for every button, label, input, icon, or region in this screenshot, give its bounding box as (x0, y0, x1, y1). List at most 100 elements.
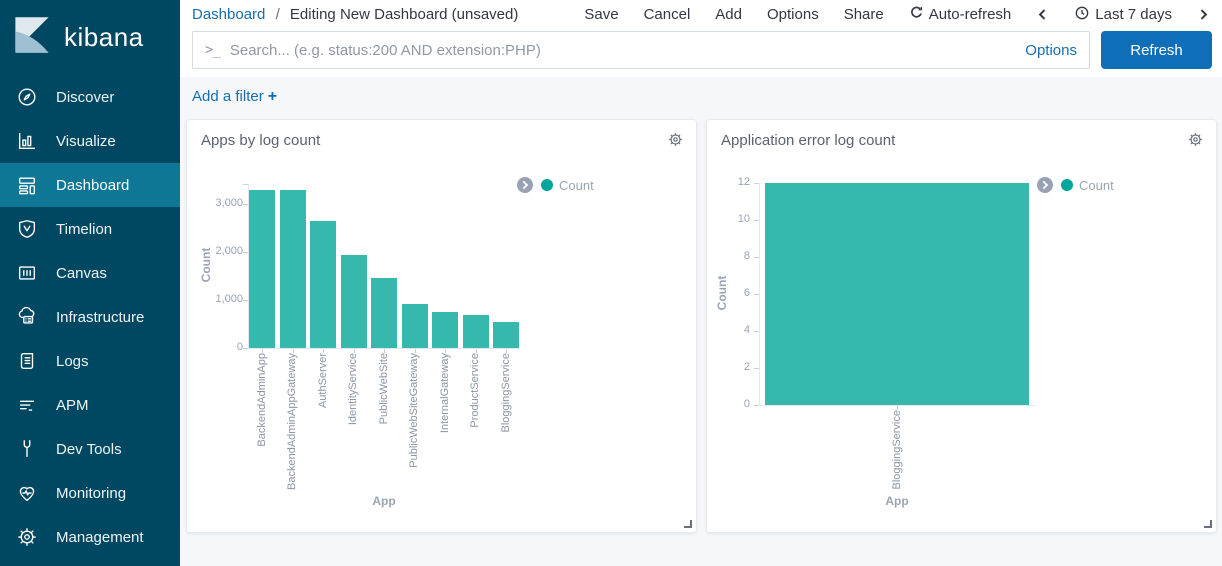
query-options-link[interactable]: Options (1025, 42, 1077, 59)
sidebar-item-discover[interactable]: Discover (0, 75, 180, 119)
main-area: Dashboard / Editing New Dashboard (unsav… (180, 0, 1222, 566)
y-tick-label: 12 (708, 176, 750, 189)
legend-item-count[interactable]: Count (541, 178, 594, 193)
time-forward-button[interactable] (1197, 8, 1210, 21)
topbar-actions: Save Cancel Add Options Share (584, 6, 883, 23)
bar-IdentityService[interactable] (341, 255, 367, 348)
breadcrumb-dashboard-link[interactable]: Dashboard (192, 6, 265, 23)
sidebar-item-canvas[interactable]: Canvas (0, 251, 180, 295)
topbar-action-save[interactable]: Save (584, 6, 618, 23)
bar-InternalGateway[interactable] (432, 312, 458, 348)
sidebar-item-label: Dashboard (56, 177, 129, 194)
bar-chart-application-error-log-count: 024681012BloggingServiceCountApp (707, 120, 1216, 532)
y-tick-mark (754, 183, 759, 184)
chart-legend: Count (517, 177, 594, 193)
bar-AuthServer[interactable] (310, 221, 336, 348)
y-tick-mark (754, 368, 759, 369)
sidebar-item-dev-tools[interactable]: Dev Tools (0, 427, 180, 471)
kibana-logo-text: kibana (64, 22, 144, 53)
y-tick-label: 0 (708, 398, 750, 411)
bar-PublicWebSite[interactable] (371, 278, 397, 348)
chart-legend: Count (1037, 177, 1114, 193)
sidebar-item-label: Management (56, 529, 144, 546)
y-tick-mark (243, 204, 248, 205)
sidebar-item-label: APM (56, 397, 89, 414)
bar-BackendAdminApp[interactable] (249, 190, 275, 348)
dashboard-content: Add a filter+ Apps by log count 01,0002,… (180, 77, 1222, 566)
legend-color-dot (541, 179, 553, 191)
legend-item-count[interactable]: Count (1061, 178, 1114, 193)
refresh-button[interactable]: Refresh (1101, 31, 1212, 69)
refresh-cycle-icon (909, 5, 924, 24)
sidebar-item-logs[interactable]: Logs (0, 339, 180, 383)
y-axis-title: Count (715, 253, 729, 333)
search-input[interactable] (230, 42, 1015, 59)
panel-application-error-log-count: Application error log count 024681012Blo… (706, 119, 1217, 533)
plus-icon: + (268, 88, 277, 105)
x-category-label: PublicWebSite (378, 353, 390, 424)
sidebar-item-infrastructure[interactable]: Infrastructure (0, 295, 180, 339)
legend-toggle-icon[interactable] (517, 177, 533, 193)
breadcrumb-separator: / (270, 6, 286, 23)
sidebar-item-label: Canvas (56, 265, 107, 282)
terminal-prompt-icon: >_ (205, 42, 220, 58)
y-tick-label: 3,000 (201, 197, 243, 210)
bar-BloggingService[interactable] (493, 322, 519, 348)
add-filter-link[interactable]: Add a filter+ (192, 88, 277, 105)
timelion-shield-icon (15, 218, 39, 240)
dashboard-grid-icon (15, 174, 39, 196)
gear-icon (15, 526, 39, 548)
y-tick-mark (243, 252, 248, 253)
sidebar-item-timelion[interactable]: Timelion (0, 207, 180, 251)
y-axis-line (759, 183, 760, 405)
topbar-action-cancel[interactable]: Cancel (644, 6, 691, 23)
sidebar-item-label: Discover (56, 89, 114, 106)
wrench-icon (15, 438, 39, 460)
topbar-menu: Save Cancel Add Options Share Auto-refresh (584, 5, 1210, 25)
search-box[interactable]: >_ Options (192, 31, 1090, 69)
sidebar-item-label: Infrastructure (56, 309, 144, 326)
legend-toggle-icon[interactable] (1037, 177, 1053, 193)
query-bar: >_ Options Refresh (180, 29, 1222, 77)
kibana-logo[interactable]: kibana (0, 0, 180, 75)
auto-refresh-button[interactable]: Auto-refresh (909, 5, 1012, 24)
time-back-button[interactable] (1036, 8, 1049, 21)
bar-ProductService[interactable] (463, 315, 489, 348)
panel-apps-by-log-count: Apps by log count 01,0002,0003,000Backen… (186, 119, 697, 533)
breadcrumb: Dashboard / Editing New Dashboard (unsav… (192, 6, 518, 23)
x-category-label: BloggingService (891, 410, 903, 490)
sidebar-item-management[interactable]: Management (0, 515, 180, 559)
cloud-server-icon (15, 306, 39, 328)
filter-bar: Add a filter+ (180, 77, 1222, 112)
topbar-action-options[interactable]: Options (767, 6, 819, 23)
bar-BackendAdminAppGateway[interactable] (280, 190, 306, 348)
x-category-label: BackendAdminAppGateway (286, 353, 298, 490)
panels-row: Apps by log count 01,0002,0003,000Backen… (180, 112, 1222, 533)
bar-chart-apps-by-log-count: 01,0002,0003,000BackendAdminAppBackendAd… (187, 120, 696, 532)
heartbeat-icon (15, 482, 39, 504)
y-tick-label: 0 (201, 341, 243, 354)
panel-resize-handle[interactable] (684, 520, 692, 528)
time-picker-button[interactable]: Last 7 days (1074, 5, 1172, 25)
sidebar-item-dashboard[interactable]: Dashboard (0, 163, 180, 207)
sidebar-item-monitoring[interactable]: Monitoring (0, 471, 180, 515)
sidebar-item-apm[interactable]: APM (0, 383, 180, 427)
bar-BloggingService[interactable] (765, 183, 1029, 405)
y-tick-mark (754, 257, 759, 258)
x-category-label: BackendAdminApp (256, 353, 268, 447)
y-tick-mark (243, 348, 248, 349)
sidebar-item-label: Dev Tools (56, 441, 122, 458)
legend-color-dot (1061, 179, 1073, 191)
apm-lines-icon (15, 394, 39, 416)
topbar-action-add[interactable]: Add (715, 6, 742, 23)
x-category-label: InternalGateway (439, 353, 451, 433)
panel-resize-handle[interactable] (1204, 520, 1212, 528)
x-category-label: BloggingService (500, 353, 512, 433)
sidebar-item-visualize[interactable]: Visualize (0, 119, 180, 163)
topbar-action-share[interactable]: Share (844, 6, 884, 23)
bar-PublicWebSiteGateway[interactable] (402, 304, 428, 348)
y-axis-title: Count (199, 225, 213, 305)
sidebar-item-label: Timelion (56, 221, 112, 238)
kibana-logo-icon (13, 16, 51, 59)
y-tick-label: 10 (708, 213, 750, 226)
